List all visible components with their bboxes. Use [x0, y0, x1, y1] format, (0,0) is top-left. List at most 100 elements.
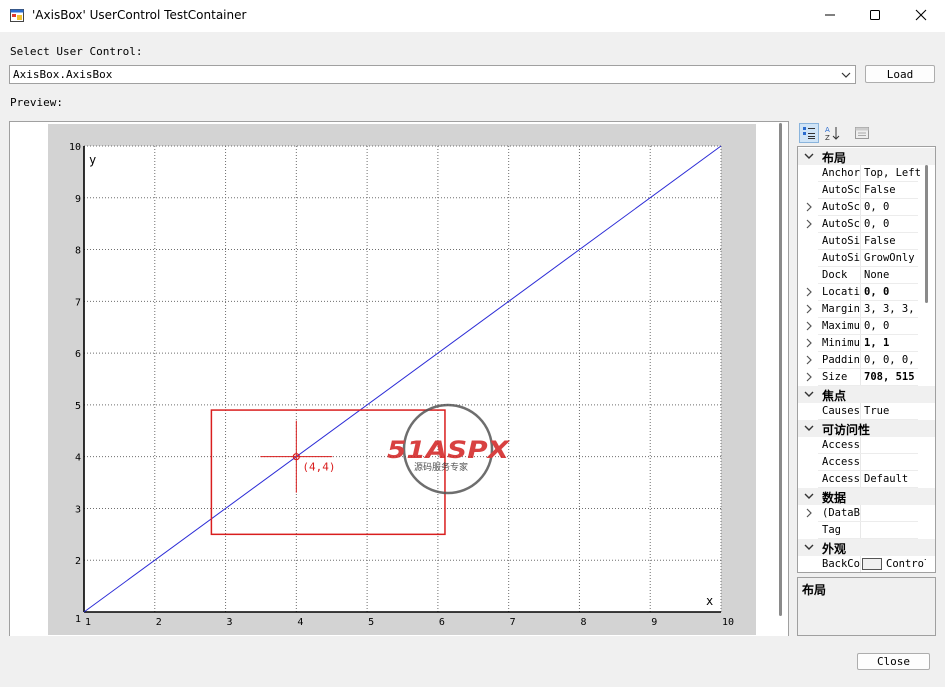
property-value[interactable]: 708, 515	[864, 371, 920, 383]
property-row[interactable]: (DataBindings)	[798, 505, 935, 522]
x-tick-label: 2	[156, 617, 162, 628]
property-category[interactable]: 焦点	[798, 386, 935, 403]
property-name: Margin	[822, 303, 860, 315]
property-row[interactable]: AutoSizeMode GrowOnly	[798, 250, 935, 267]
watermark-subtext: 源码服务专家	[414, 461, 468, 473]
property-value[interactable]: Default	[864, 473, 920, 485]
property-row[interactable]: Location 0, 0	[798, 284, 935, 301]
property-row[interactable]: AutoScrollMinSize 0, 0	[798, 216, 935, 233]
property-value[interactable]: False	[864, 184, 920, 196]
chevron-right-icon[interactable]	[804, 304, 814, 314]
preview-scrollbar-thumb[interactable]	[779, 123, 782, 616]
property-row[interactable]: AccessibleDescription	[798, 437, 935, 454]
x-tick-label: 4	[297, 617, 303, 628]
property-row[interactable]: AutoSize False	[798, 233, 935, 250]
property-row[interactable]: Tag	[798, 522, 935, 539]
property-value[interactable]: 1, 1	[864, 337, 920, 349]
property-category[interactable]: 数据	[798, 488, 935, 505]
y-tick-label: 4	[75, 453, 81, 464]
x-tick-label: 5	[368, 617, 374, 628]
property-value[interactable]: 0, 0	[864, 286, 920, 298]
chevron-right-icon[interactable]	[804, 338, 814, 348]
property-value[interactable]: 0, 0	[864, 201, 920, 213]
property-row[interactable]: Anchor Top, Left	[798, 165, 935, 182]
alphabetical-button[interactable]: A Z	[822, 123, 842, 143]
property-value[interactable]: GrowOnly	[864, 252, 920, 264]
property-separator	[860, 182, 861, 199]
load-button[interactable]: Load	[865, 65, 935, 83]
property-row[interactable]: MaximumSize 0, 0	[798, 318, 935, 335]
close-window-button[interactable]	[898, 0, 944, 30]
chevron-down-icon[interactable]	[804, 423, 814, 433]
preview-scrollbar[interactable]	[778, 123, 786, 616]
property-row[interactable]: Padding 0, 0, 0, 0	[798, 352, 935, 369]
y-tick-label: 9	[75, 194, 81, 205]
property-value[interactable]: None	[864, 269, 920, 281]
property-category-name: 可访问性	[822, 423, 871, 437]
property-name: (DataBindings)	[822, 507, 860, 519]
property-grid[interactable]: 布局AnchorTop, LeftAutoScrollFalseAutoScro…	[797, 146, 936, 573]
y-tick-label: 1	[75, 614, 81, 625]
property-value[interactable]: 0, 0	[864, 320, 920, 332]
property-row[interactable]: AutoScroll False	[798, 182, 935, 199]
property-row[interactable]: MinimumSize 1, 1	[798, 335, 935, 352]
x-axis-label: x	[706, 594, 713, 608]
property-value[interactable]: 0, 0, 0, 0	[864, 354, 920, 366]
property-row[interactable]: Dock None	[798, 267, 935, 284]
chevron-right-icon[interactable]	[804, 372, 814, 382]
property-separator	[860, 335, 861, 352]
property-row[interactable]: AutoScrollMargin 0, 0	[798, 199, 935, 216]
property-grid-scrollbar[interactable]	[925, 165, 928, 303]
chevron-right-icon[interactable]	[804, 202, 814, 212]
property-row[interactable]: BackColor Control	[798, 556, 935, 572]
chevron-down-icon[interactable]	[804, 389, 814, 399]
property-category[interactable]: 外观	[798, 539, 935, 556]
chevron-right-icon[interactable]	[804, 219, 814, 229]
maximize-button[interactable]	[852, 0, 898, 30]
chevron-right-icon[interactable]	[804, 287, 814, 297]
property-grid-toolbar: A Z	[797, 121, 937, 145]
x-tick-label: 8	[580, 617, 586, 628]
property-category-name: 焦点	[822, 389, 847, 403]
close-button[interactable]: Close	[857, 653, 930, 670]
chevron-down-icon[interactable]	[804, 151, 814, 161]
categorized-button[interactable]	[799, 123, 819, 143]
y-axis-label: y	[89, 153, 96, 167]
property-separator	[860, 250, 861, 267]
minimize-button[interactable]	[807, 0, 853, 30]
property-value[interactable]: Control	[886, 558, 926, 570]
property-value[interactable]: Top, Left	[864, 167, 920, 179]
chevron-right-icon[interactable]	[804, 355, 814, 365]
property-value[interactable]: 0, 0	[864, 218, 920, 230]
x-tick-label: 10	[722, 617, 734, 628]
property-row[interactable]: AccessibleRole Default	[798, 471, 935, 488]
property-name: AutoSize	[822, 235, 860, 247]
close-icon	[915, 9, 927, 21]
categorized-icon	[803, 127, 815, 139]
property-row[interactable]: Size 708, 515	[798, 369, 935, 386]
property-name: CausesValidation	[822, 405, 860, 417]
property-separator	[860, 471, 861, 488]
property-category[interactable]: 可访问性	[798, 420, 935, 437]
chevron-right-icon[interactable]	[804, 508, 814, 518]
property-pages-button[interactable]	[852, 123, 872, 143]
chevron-down-icon[interactable]	[839, 68, 853, 82]
property-row[interactable]: Margin 3, 3, 3, 3	[798, 301, 935, 318]
property-name: BackColor	[822, 558, 860, 570]
chevron-right-icon[interactable]	[804, 321, 814, 331]
property-separator	[860, 437, 861, 454]
property-value[interactable]: False	[864, 235, 920, 247]
property-separator	[860, 505, 861, 522]
y-tick-label: 10	[69, 142, 81, 153]
property-value[interactable]: True	[864, 405, 920, 417]
y-tick-label: 5	[75, 401, 81, 412]
property-row[interactable]: AccessibleName	[798, 454, 935, 471]
chevron-down-icon[interactable]	[804, 491, 814, 501]
svg-text:A: A	[825, 126, 830, 134]
chevron-down-icon[interactable]	[804, 542, 814, 552]
axis-box-chart[interactable]: 1 2 3 4 5 6 7 8 9 1012345678910 y x (4,4) 51ASPX …	[0, 0, 790, 640]
property-category[interactable]: 布局	[798, 148, 935, 165]
property-value[interactable]: 3, 3, 3, 3	[864, 303, 920, 315]
property-row[interactable]: CausesValidation True	[798, 403, 935, 420]
property-name: AccessibleName	[822, 456, 860, 468]
